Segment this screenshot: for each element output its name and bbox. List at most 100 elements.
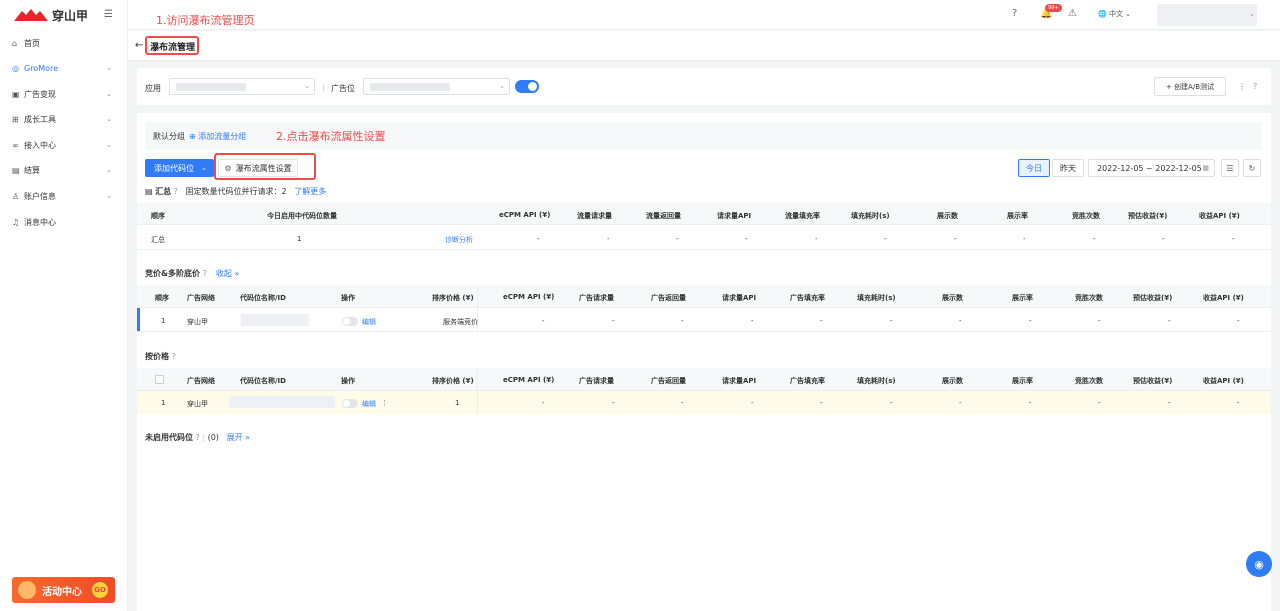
- column-settings-icon[interactable]: ☰: [1221, 159, 1239, 177]
- learn-more-link[interactable]: 了解更多: [294, 187, 326, 196]
- more-menu-icon[interactable]: ⋮: [1238, 82, 1246, 91]
- sidebar-item-settlement[interactable]: ▤ 结算 ⌄: [12, 162, 116, 178]
- table-cell: -: [1098, 399, 1101, 407]
- sidebar-item-label: 接入中心: [24, 140, 56, 150]
- sidebar-item-account[interactable]: ♙ 账户信息 ⌄: [12, 188, 116, 204]
- col-header: 代码位名称/ID: [240, 294, 286, 302]
- byprice-section-title: 按价格 ?: [145, 351, 176, 362]
- slot-enable-toggle[interactable]: [342, 317, 358, 326]
- app-select[interactable]: ⌄: [169, 78, 315, 95]
- help-icon[interactable]: ?: [1253, 82, 1257, 91]
- adslot-select-value: [370, 83, 450, 91]
- add-code-slot-button[interactable]: 添加代码位 ⌄: [145, 159, 214, 177]
- sidebar-item-gromore[interactable]: ◎ GroMore ⌄: [12, 60, 116, 76]
- chevron-down-icon: ⌄: [499, 82, 505, 90]
- byprice-table: 广告网络 代码位名称/ID 操作 排序价格 (¥) eCPM API (¥) 广…: [137, 368, 1271, 414]
- collapse-menu-icon[interactable]: ☰: [104, 9, 113, 20]
- code-slot-name: [229, 396, 335, 408]
- col-header: 预估收益(¥): [1133, 294, 1173, 302]
- col-header: 顺序: [151, 212, 165, 220]
- table-cell: -: [890, 317, 893, 325]
- col-header: 请求量API: [722, 294, 757, 302]
- adslot-select[interactable]: ⌄: [363, 78, 510, 95]
- unused-title: 未启用代码位: [145, 433, 193, 442]
- col-header: 预估收益(¥): [1128, 212, 1168, 220]
- sort-price: 服务端竞价: [443, 318, 478, 326]
- default-group-label: 默认分组: [153, 132, 185, 141]
- sidebar-item-integration[interactable]: ∞ 接入中心 ⌄: [12, 137, 116, 153]
- expand-link[interactable]: 展开 »: [227, 433, 250, 442]
- brand-name: 穿山甲: [52, 8, 89, 23]
- select-all-checkbox[interactable]: [155, 375, 164, 384]
- table-cell: -: [542, 317, 545, 325]
- col-header: eCPM API (¥): [499, 211, 551, 219]
- help-icon[interactable]: ?: [1012, 8, 1017, 19]
- refresh-icon[interactable]: ↻: [1243, 159, 1261, 177]
- sidebar-item-home[interactable]: ⌂ 首页: [12, 35, 116, 51]
- promo-label: 活动中心: [42, 586, 82, 598]
- collapse-link[interactable]: 收起 »: [216, 269, 239, 278]
- app-label: 应用: [145, 84, 161, 93]
- create-ab-test-button[interactable]: + 创建A/B测试: [1154, 77, 1226, 96]
- calendar-icon: ▦: [1202, 164, 1209, 172]
- adslot-toggle[interactable]: [515, 80, 539, 93]
- assistant-bot-icon[interactable]: ◉: [1246, 551, 1272, 577]
- col-header: 广告网络: [187, 294, 215, 302]
- col-header: eCPM API (¥): [503, 376, 555, 384]
- parallel-request-value: 2: [281, 187, 287, 196]
- summary-table: 顺序 今日启用中代码位数量 eCPM API (¥) 流量请求量 流量返回量 请…: [137, 203, 1271, 250]
- date-range-picker[interactable]: 2022-12-05 ~ 2022-12-05 ▦: [1088, 159, 1215, 177]
- table-cell: -: [1232, 235, 1235, 243]
- bell-icon: ♫: [12, 217, 20, 227]
- row-more-icon[interactable]: ⋮: [381, 399, 388, 407]
- col-header: 操作: [341, 294, 355, 302]
- col-header: 操作: [341, 377, 355, 385]
- summary-row-label: 汇总: [151, 236, 165, 244]
- help-icon[interactable]: ?: [174, 187, 178, 196]
- col-header: 广告请求量: [579, 377, 614, 385]
- edit-link[interactable]: 编辑: [362, 399, 376, 409]
- chevron-down-icon: ⌄: [106, 115, 112, 123]
- col-header: 竞胜次数: [1075, 294, 1103, 302]
- col-header: 广告返回量: [651, 377, 686, 385]
- help-icon[interactable]: ?: [172, 352, 176, 361]
- sidebar-item-label: 消息中心: [24, 217, 56, 227]
- col-header: 收益API (¥): [1203, 294, 1244, 302]
- col-header: 广告网络: [187, 377, 215, 385]
- edit-link[interactable]: 编辑: [362, 317, 376, 327]
- sort-price[interactable]: 1: [455, 399, 459, 407]
- col-header: 流量填充率: [785, 212, 820, 220]
- help-icon[interactable]: ?: [203, 269, 207, 278]
- sidebar: 穿山甲 ☰ ⌂ 首页 ◎ GroMore ⌄ ▣ 广告变现 ⌄ ⊞ 成长工具 ⌄…: [0, 0, 128, 611]
- divider: |: [202, 433, 206, 442]
- today-button[interactable]: 今日: [1018, 159, 1050, 177]
- col-header: 展示数: [942, 377, 963, 385]
- language-switch[interactable]: 🌐 中文 ⌄: [1098, 9, 1131, 19]
- add-traffic-group-link[interactable]: ⊕ 添加流量分组: [189, 131, 246, 142]
- annotation-step1: 1.访问瀑布流管理页: [156, 14, 255, 27]
- sidebar-item-growth-tools[interactable]: ⊞ 成长工具 ⌄: [12, 111, 116, 127]
- yesterday-button[interactable]: 昨天: [1052, 159, 1084, 177]
- title-bar: [128, 31, 1280, 61]
- app-select-value: [176, 83, 246, 91]
- user-account-menu[interactable]: [1157, 4, 1257, 26]
- help-icon[interactable]: ?: [196, 433, 200, 442]
- diagnose-link[interactable]: 诊断分析: [445, 235, 473, 245]
- slot-enable-toggle[interactable]: [342, 399, 358, 408]
- col-header: 预估收益(¥): [1133, 377, 1173, 385]
- table-cell: -: [612, 399, 615, 407]
- chevron-down-icon: ⌄: [106, 141, 112, 149]
- sidebar-item-ad-monetize[interactable]: ▣ 广告变现 ⌄: [12, 86, 116, 102]
- wallet-icon: ▤: [12, 165, 20, 175]
- table-cell: -: [1029, 399, 1032, 407]
- col-header: 竞胜次数: [1072, 212, 1100, 220]
- col-header: 广告请求量: [579, 294, 614, 302]
- table-cell: -: [676, 235, 679, 243]
- back-arrow-icon[interactable]: ←: [135, 40, 143, 51]
- warning-icon[interactable]: ⚠: [1068, 8, 1077, 19]
- col-header: 广告填充率: [790, 377, 825, 385]
- sidebar-item-messages[interactable]: ♫ 消息中心: [12, 214, 116, 230]
- promo-banner[interactable]: 活动中心 GO: [12, 577, 115, 603]
- promo-go-button[interactable]: GO: [92, 582, 108, 598]
- annotation-highlight-title: [145, 36, 199, 55]
